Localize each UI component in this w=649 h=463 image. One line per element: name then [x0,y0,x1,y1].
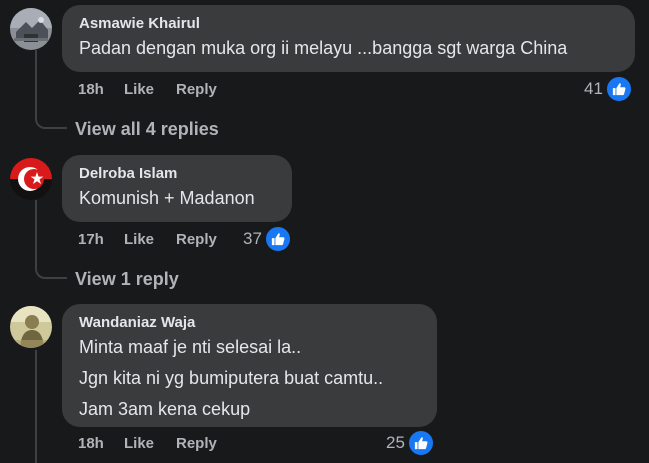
thread-line [35,200,37,260]
avatar-wandaniaz-waja[interactable] [10,306,52,348]
thread-line [35,108,67,129]
like-icon [263,225,292,253]
comment-text-line: Minta maaf je nti selesai la.. [79,337,302,357]
comment-actions: 18h Like Reply [78,80,278,100]
comment-text: Komunish + Madanon [79,188,255,208]
comment-actions: 18h Like Reply [78,434,278,454]
comment-text-line: Jgn kita ni yg bumiputera buat camtu.. [79,368,384,388]
like-icon [406,429,435,457]
avatar-image [10,306,52,348]
comment-bubble: Delroba Islam Komunish + Madanon [62,155,292,222]
comment-text: Padan dengan muka org ii melayu ...bangg… [79,38,568,58]
comment-bubble: Asmawie Khairul Padan dengan muka org ii… [62,5,635,72]
comment-timestamp[interactable]: 18h [78,434,104,454]
like-button[interactable]: Like [124,80,154,100]
comment-bubble: Wandaniaz Waja Minta maaf je nti selesai… [62,304,437,427]
comment-author[interactable]: Asmawie Khairul [79,15,619,33]
comment-timestamp[interactable]: 17h [78,230,104,250]
view-replies-link[interactable]: View all 4 replies [75,118,219,140]
thread-line [35,350,37,463]
reaction-summary[interactable]: 37 [243,225,292,253]
comment-timestamp[interactable]: 18h [78,80,104,100]
reaction-summary[interactable]: 41 [584,75,633,103]
comment-text-line: Jam 3am kena cekup [79,399,251,419]
comment-author[interactable]: Delroba Islam [79,165,276,183]
reaction-count: 37 [243,229,262,248]
reaction-count: 25 [386,433,405,452]
like-icon [604,75,633,103]
comments-thread: Asmawie Khairul Padan dengan muka org ii… [0,0,649,463]
avatar-delroba-islam[interactable] [10,158,52,200]
like-button[interactable]: Like [124,434,154,454]
reaction-summary[interactable]: 25 [386,429,435,457]
thread-line [35,258,67,279]
thread-line [35,50,37,110]
comment-author[interactable]: Wandaniaz Waja [79,314,421,332]
view-replies-link[interactable]: View 1 reply [75,268,179,290]
avatar-image [10,8,52,50]
reply-button[interactable]: Reply [176,230,217,250]
reaction-count: 41 [584,79,603,98]
avatar-image [10,158,52,200]
reply-button[interactable]: Reply [176,434,217,454]
like-button[interactable]: Like [124,230,154,250]
avatar-asmawie-khairul[interactable] [10,8,52,50]
reply-button[interactable]: Reply [176,80,217,100]
